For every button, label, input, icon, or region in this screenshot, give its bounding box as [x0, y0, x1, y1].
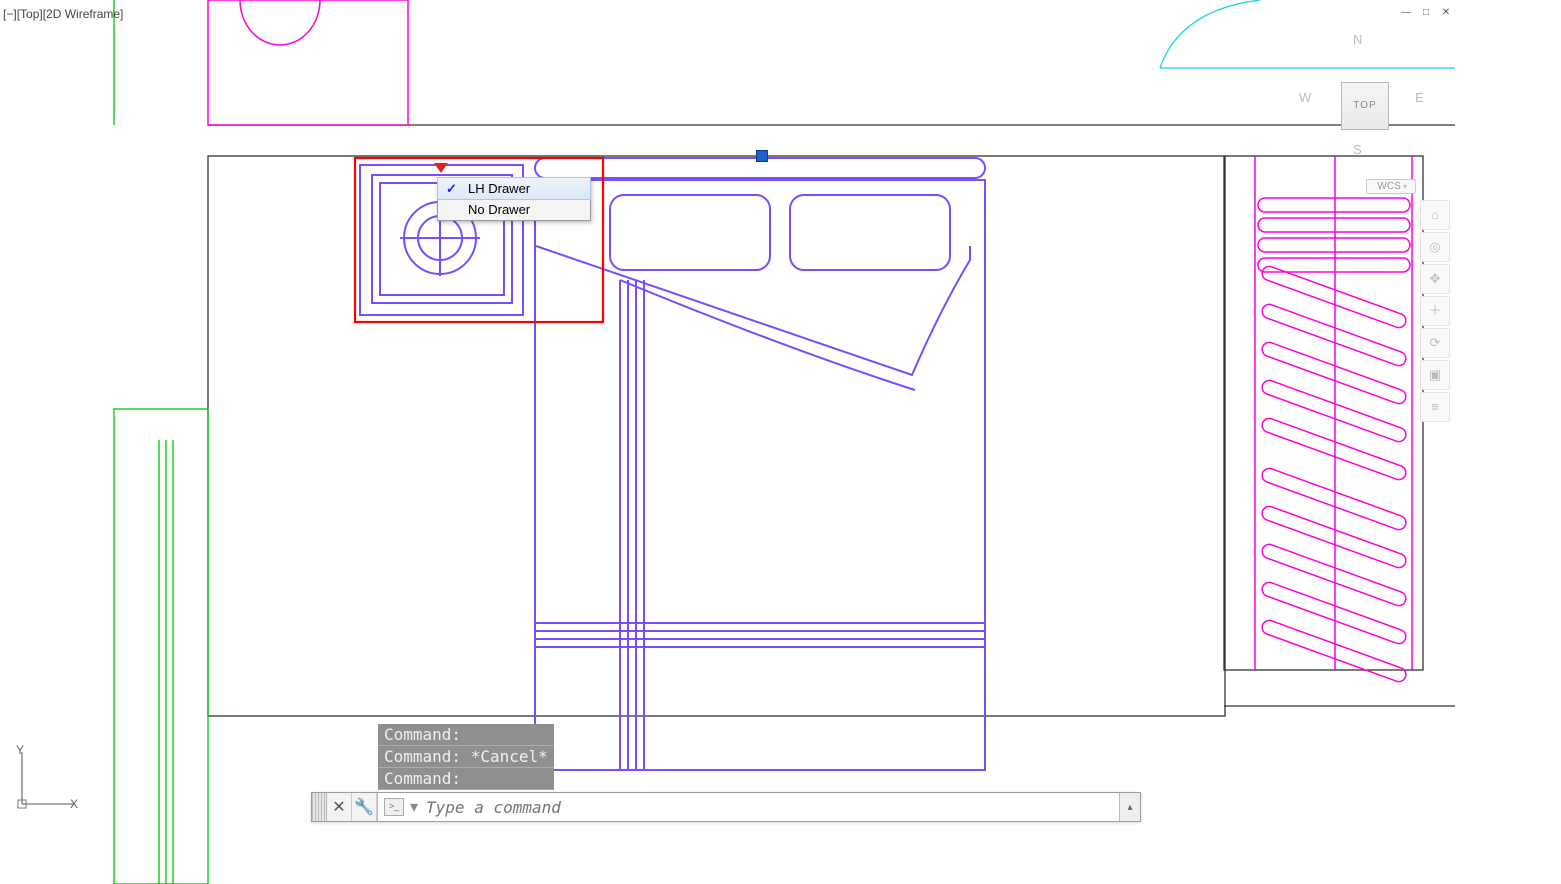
viewcube[interactable]: N E S W TOP: [1291, 32, 1431, 172]
viewcube-w[interactable]: W: [1299, 90, 1311, 105]
visibility-grip-icon[interactable]: [434, 163, 448, 173]
cmd-history-line: Command:: [378, 724, 554, 746]
command-recent-button[interactable]: ▴: [1119, 793, 1140, 821]
command-bar-drag-handle[interactable]: [312, 793, 327, 821]
vp-minimize-button[interactable]: —: [1399, 6, 1413, 20]
navbar-orbit-button[interactable]: ⟳: [1420, 328, 1450, 358]
command-customize-button[interactable]: 🔧: [352, 793, 377, 821]
command-bar: ✕ 🔧 >_ ▾ ▴: [311, 792, 1141, 822]
viewcube-n[interactable]: N: [1353, 32, 1362, 47]
command-prompt-icon: >_: [384, 798, 404, 816]
navbar-home-button[interactable]: ⌂: [1420, 200, 1450, 230]
command-input[interactable]: [424, 797, 1113, 818]
menu-item-lh-drawer[interactable]: LH Drawer: [437, 177, 591, 200]
cmd-history-line: Command: *Cancel*: [378, 746, 554, 768]
navbar-menu-button[interactable]: ≡: [1420, 392, 1450, 422]
vp-restore-button[interactable]: □: [1419, 6, 1433, 20]
vp-view[interactable]: [Top]: [17, 7, 43, 21]
vp-style[interactable]: [2D Wireframe]: [43, 7, 124, 21]
visibility-state-menu: LH Drawer No Drawer: [437, 177, 591, 221]
command-close-button[interactable]: ✕: [327, 793, 352, 821]
navbar-pan-button[interactable]: ✥: [1420, 264, 1450, 294]
navigation-bar: ⌂ ◎ ✥ ＋ ⟳ ▣ ≡: [1420, 200, 1448, 422]
ucs-x-label: X: [70, 797, 78, 811]
navbar-showmotion-button[interactable]: ▣: [1420, 360, 1450, 390]
viewcube-e[interactable]: E: [1415, 90, 1424, 105]
ucs-icon: X Y: [12, 744, 82, 814]
navbar-zoom-button[interactable]: ＋: [1420, 296, 1450, 326]
viewport-controls[interactable]: [−] [Top] [2D Wireframe]: [3, 7, 123, 21]
cmd-history-line: Command:: [378, 768, 554, 790]
insertion-grip-icon[interactable]: [756, 150, 768, 162]
command-history: Command: Command: *Cancel* Command:: [378, 724, 554, 790]
viewcube-s[interactable]: S: [1353, 142, 1362, 157]
viewport-window-buttons: — □ ✕: [1399, 6, 1453, 20]
viewcube-top-face[interactable]: TOP: [1341, 82, 1389, 130]
vp-menu[interactable]: [−]: [3, 7, 17, 21]
wcs-dropdown[interactable]: WCS: [1366, 179, 1416, 194]
menu-item-no-drawer[interactable]: No Drawer: [438, 199, 590, 220]
vp-close-button[interactable]: ✕: [1439, 6, 1453, 20]
ucs-y-label: Y: [16, 744, 24, 757]
navbar-steeringwheel-button[interactable]: ◎: [1420, 232, 1450, 262]
